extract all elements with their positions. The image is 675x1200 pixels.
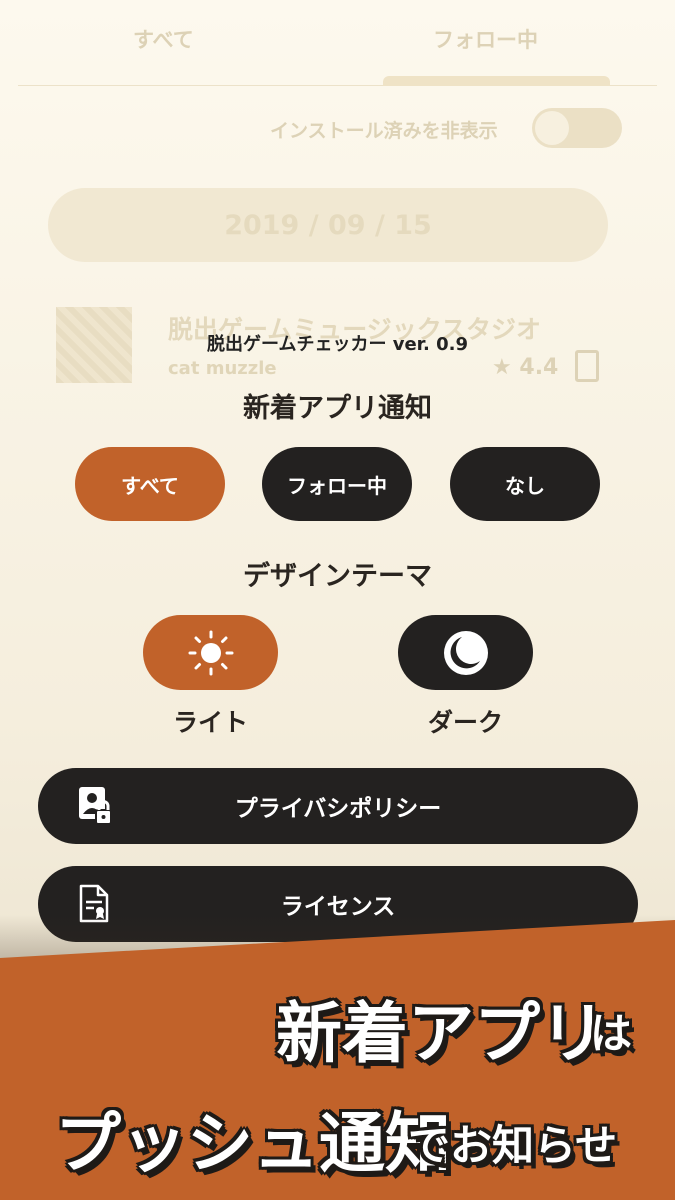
theme-dark-label: ダーク <box>427 708 503 737</box>
privacy-policy-label: プライバシポリシー <box>234 796 442 822</box>
background-tab-bar: すべて フォロー中 <box>18 0 657 86</box>
background-app-developer: cat muzzle <box>168 358 277 379</box>
background-hide-installed-label: インストール済みを非表示 <box>270 120 498 142</box>
sun-icon <box>188 630 233 675</box>
background-tab-following: フォロー中 <box>433 28 538 52</box>
promo-headline-push: プッシュ通知 <box>55 1105 451 1182</box>
notify-none-button[interactable]: なし <box>450 447 600 521</box>
notify-following-button[interactable]: フォロー中 <box>262 447 412 521</box>
theme-section-title: デザインテーマ <box>243 561 432 592</box>
theme-dark-button[interactable] <box>398 615 533 690</box>
privacy-document-icon <box>79 787 112 825</box>
background-tab-indicator <box>383 76 610 86</box>
background-tab-all: すべて <box>133 28 194 52</box>
theme-light-button[interactable] <box>143 615 278 690</box>
promo-tail-notify: でお知らせ <box>408 1121 618 1170</box>
notify-section-title: 新着アプリ通知 <box>243 393 432 424</box>
privacy-policy-button[interactable]: プライバシポリシー <box>38 768 638 844</box>
promo-headline-new-apps: 新着アプリ <box>276 995 606 1072</box>
app-version: 脱出ゲームチェッカー ver. 0.9 <box>207 334 468 355</box>
promo-particle-wa: は <box>590 1009 633 1058</box>
background-hide-installed-toggle <box>532 108 622 148</box>
background-date-bar: 2019 / 09 / 15 <box>48 188 608 262</box>
notify-all-button[interactable]: すべて <box>75 447 225 521</box>
theme-light-label: ライト <box>172 708 248 737</box>
background-app-rating: ★ 4.4 <box>492 355 559 380</box>
moon-icon <box>443 630 488 675</box>
